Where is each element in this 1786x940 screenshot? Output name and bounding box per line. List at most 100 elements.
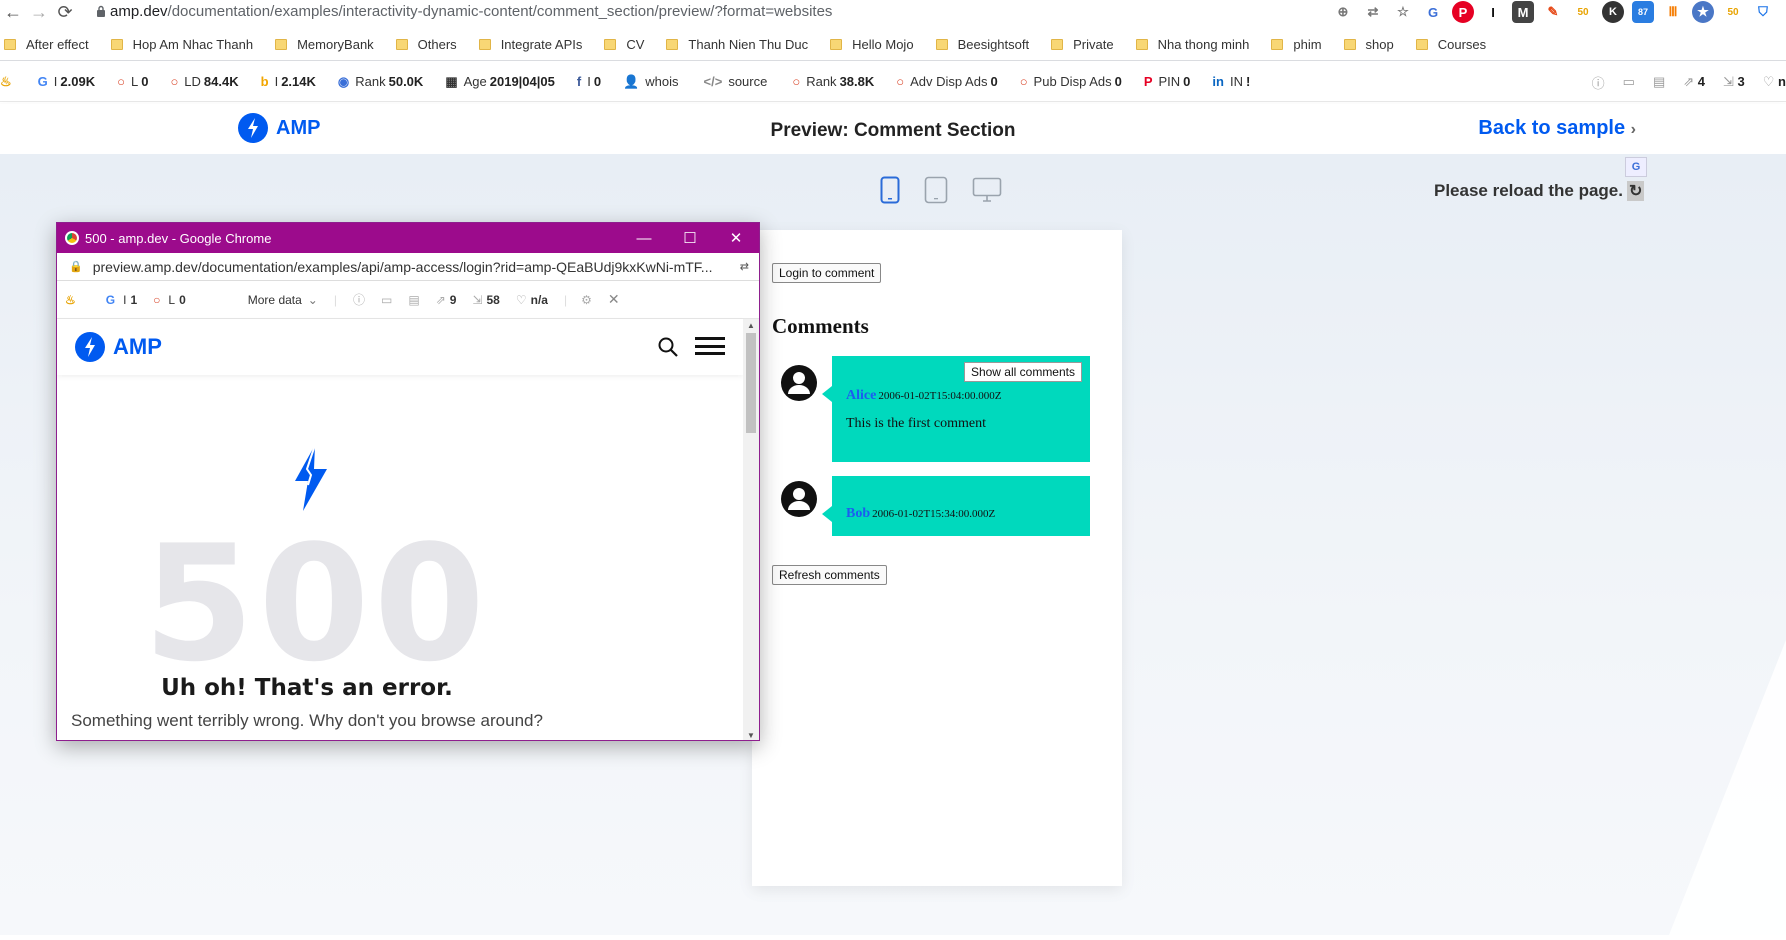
metric-icon: ◉: [337, 73, 350, 89]
seo-metric[interactable]: ▦ Age 2019|04|05: [445, 74, 555, 90]
badge-extension-icon[interactable]: 87: [1632, 1, 1654, 23]
external-links[interactable]: ⇗ 9: [436, 293, 457, 307]
bookmark-item[interactable]: shop: [1340, 37, 1394, 52]
bookmark-item[interactable]: Hello Mojo: [826, 37, 914, 52]
info-icon[interactable]: ⓘ: [353, 291, 365, 308]
page-icon[interactable]: ▤: [408, 293, 419, 307]
internal-links[interactable]: ⇲ 3: [1723, 74, 1745, 90]
back-arrow-icon[interactable]: ←: [0, 0, 26, 24]
reload-button[interactable]: ↻: [1626, 181, 1645, 201]
extension-icons: ⊕ ⇄ ☆ G P I M ✎ 50 K 87 Ⅲ ★ 50 ⛉: [1332, 0, 1786, 24]
minimize-icon[interactable]: —: [621, 223, 667, 253]
ahrefs-icon[interactable]: Ⅲ: [1662, 1, 1684, 23]
translate-icon[interactable]: ⇄: [1362, 1, 1384, 23]
metric-value: 2019|04|05: [489, 74, 555, 89]
bookmark-item[interactable]: Others: [392, 37, 457, 52]
bookmark-item[interactable]: phim: [1267, 37, 1322, 52]
desktop-view-icon[interactable]: [972, 177, 1002, 203]
forward-arrow-icon[interactable]: →: [26, 0, 52, 24]
search-icon[interactable]: [657, 336, 679, 358]
seo-metric[interactable]: </> source: [704, 74, 771, 89]
seo-metric[interactable]: ○ Pub Disp Ads 0: [1020, 74, 1122, 89]
seoquake-icon-2[interactable]: 50: [1722, 1, 1744, 23]
pages-value: 58: [486, 292, 500, 307]
star-icon[interactable]: ☆: [1392, 1, 1414, 23]
more-data-label: More data: [247, 292, 302, 307]
bookmark-item[interactable]: Beesightsoft: [932, 37, 1029, 52]
popup-titlebar[interactable]: 500 - amp.dev - Google Chrome — ☐ ✕: [57, 223, 759, 253]
amp-header: AMP Preview: Comment Section Back to sam…: [0, 104, 1786, 154]
bookmark-ext-icon[interactable]: ✎: [1542, 1, 1564, 23]
url-host: amp.dev: [110, 3, 168, 20]
seoquake-logo-icon: ♨: [0, 73, 12, 89]
bookmark-item[interactable]: After effect: [0, 37, 89, 52]
mobile-view-icon[interactable]: [880, 176, 900, 204]
seo-metric[interactable]: ○ LD 84.4K: [170, 74, 238, 89]
seo-metric[interactable]: ○ Adv Disp Ads 0: [896, 74, 997, 89]
seo-links-value: 0: [179, 292, 186, 307]
add-icon[interactable]: ⊕: [1332, 1, 1354, 23]
seo-google-index[interactable]: GI1: [106, 293, 137, 307]
scroll-up-icon[interactable]: ▲: [747, 321, 755, 330]
close-bar-icon[interactable]: ✕: [608, 291, 620, 308]
amp-logo[interactable]: AMP: [75, 332, 162, 362]
translate-icon[interactable]: ⇄: [740, 260, 749, 273]
bookmark-item[interactable]: Hop Am Nhac Thanh: [107, 37, 253, 52]
seo-metric[interactable]: P PIN 0: [1144, 74, 1191, 89]
heart-icon[interactable]: ♡ n: [1763, 74, 1786, 90]
star-badge-icon[interactable]: ★: [1692, 1, 1714, 23]
translate-badge-icon[interactable]: G: [1625, 157, 1647, 177]
login-button[interactable]: Login to comment: [772, 263, 882, 283]
seo-metric[interactable]: b I 2.14K: [261, 74, 316, 89]
refresh-comments-button[interactable]: Refresh comments: [772, 565, 887, 585]
seo-links[interactable]: ○ L 0: [153, 293, 186, 307]
seo-metric[interactable]: in IN!: [1212, 74, 1250, 89]
k-extension-icon[interactable]: K: [1602, 1, 1624, 23]
back-to-sample-link[interactable]: Back to sample ›: [1478, 117, 1636, 140]
monitor-icon[interactable]: ▭: [1623, 74, 1635, 90]
seoquake-icon[interactable]: 50: [1572, 1, 1594, 23]
seo-metric[interactable]: ○ Rank 38.8K: [792, 74, 874, 89]
seo-metric[interactable]: G I 2.09K: [38, 74, 95, 89]
scrollbar-thumb[interactable]: [746, 333, 756, 433]
google-translate-icon[interactable]: G: [1422, 1, 1444, 23]
pinterest-icon[interactable]: P: [1452, 1, 1474, 23]
settings-icon[interactable]: ⚙: [581, 293, 592, 307]
popup-address-bar[interactable]: 🔒 preview.amp.dev/documentation/examples…: [57, 253, 759, 281]
bookmark-item[interactable]: Private: [1047, 37, 1114, 52]
seo-metric[interactable]: ◉ Rank 50.0K: [338, 74, 423, 90]
info-icon[interactable]: ⓘ: [1592, 73, 1605, 92]
heart-value: n: [1778, 74, 1786, 89]
folder-icon: [830, 38, 843, 50]
more-data-dropdown[interactable]: More data ⌄: [248, 293, 318, 307]
chevron-right-icon: ›: [1630, 121, 1636, 138]
tablet-view-icon[interactable]: [924, 176, 948, 204]
seo-metric[interactable]: ○ L 0: [117, 74, 148, 89]
bookmark-item[interactable]: MemoryBank: [271, 37, 374, 52]
bookmark-item[interactable]: Thanh Nien Thu Duc: [662, 37, 808, 52]
bookmark-item[interactable]: Integrate APIs: [475, 37, 582, 52]
pages-count[interactable]: ⇲ 58: [472, 293, 499, 307]
scrollbar[interactable]: ▲ ▼: [743, 319, 759, 740]
folder-icon: [604, 38, 617, 50]
bookmark-item[interactable]: Nha thong minh: [1132, 37, 1249, 52]
shield-icon[interactable]: ⛉: [1752, 1, 1774, 23]
bookmark-item[interactable]: Courses: [1412, 37, 1486, 52]
error-code: 500: [143, 510, 489, 697]
bookmark-item[interactable]: CV: [600, 37, 644, 52]
seo-metric[interactable]: 👤 whois: [623, 74, 681, 90]
external-links[interactable]: ⇗ 4: [1683, 74, 1705, 90]
page-icon[interactable]: ▤: [1653, 74, 1665, 90]
close-icon[interactable]: ✕: [713, 223, 759, 253]
heart-value-item[interactable]: ♡ n/a: [516, 293, 548, 307]
seo-metric[interactable]: fI0: [577, 74, 601, 89]
show-all-comments-button[interactable]: Show all comments: [963, 362, 1082, 382]
instapaper-icon[interactable]: I: [1482, 1, 1504, 23]
address-bar-url[interactable]: amp.dev/documentation/examples/interacti…: [110, 3, 832, 20]
hamburger-menu-icon[interactable]: [695, 337, 725, 355]
reload-icon[interactable]: ⟳: [52, 0, 78, 24]
mail-icon[interactable]: M: [1512, 1, 1534, 23]
maximize-icon[interactable]: ☐: [667, 223, 713, 253]
monitor-icon[interactable]: ▭: [381, 293, 392, 307]
scroll-down-icon[interactable]: ▼: [747, 731, 755, 740]
